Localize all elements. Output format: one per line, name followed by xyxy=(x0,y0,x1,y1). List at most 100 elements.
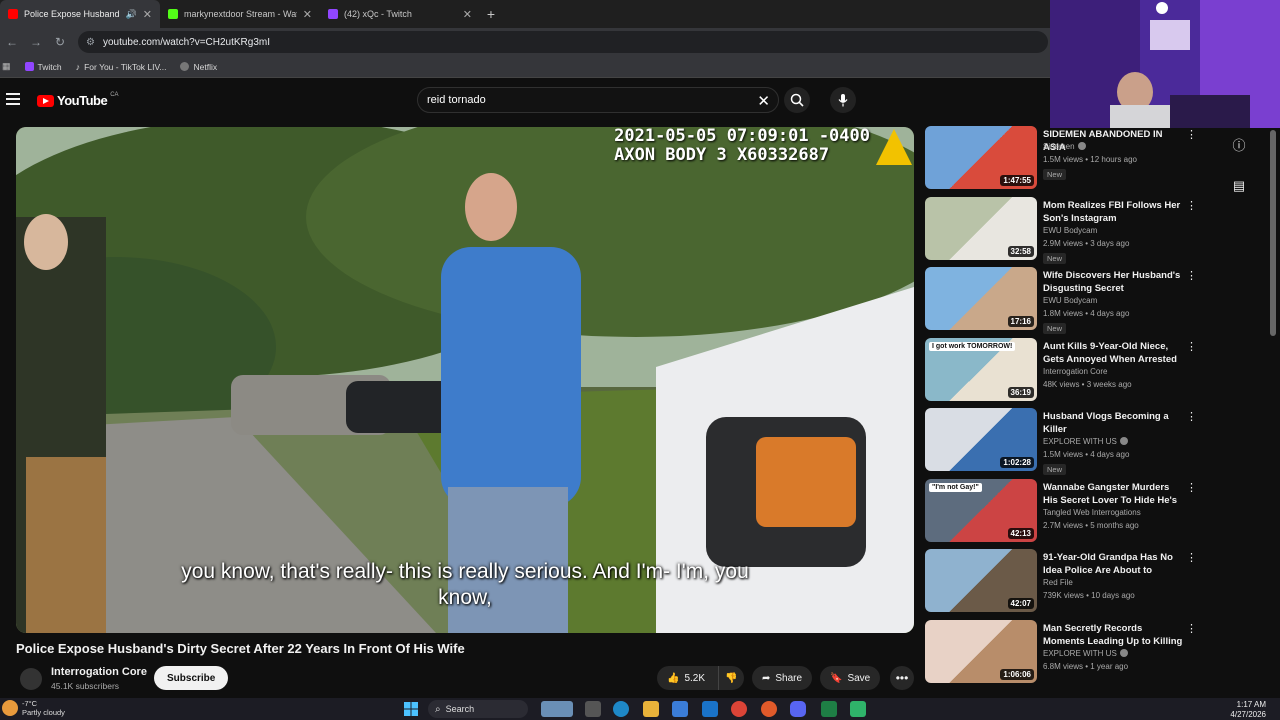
more-vertical-icon[interactable]: ⋮ xyxy=(1186,481,1197,494)
video-thumbnail[interactable]: "I'm not Gay!" 42:13 xyxy=(925,478,1037,542)
forward-icon[interactable]: → xyxy=(24,35,48,49)
search-button[interactable] xyxy=(784,87,810,113)
recommendation-item[interactable]: 17:16 Wife Discovers Her Husband's Disgus… xyxy=(924,265,1199,334)
windows-start-icon[interactable] xyxy=(403,701,419,717)
more-vertical-icon[interactable]: ⋮ xyxy=(1186,410,1197,423)
chat-icon[interactable]: ▤ xyxy=(1230,178,1248,196)
recommendation-channel[interactable]: EXPLORE WITH US xyxy=(1043,437,1128,446)
bookmark-twitch[interactable]: Twitch xyxy=(24,62,62,72)
video-player[interactable]: 2021-05-05 07:09:01 -0400 AXON BODY 3 X6… xyxy=(16,127,914,633)
new-tab-button[interactable]: + xyxy=(480,0,502,28)
discord-icon[interactable] xyxy=(790,701,806,717)
recommendation-channel[interactable]: Tangled Web Interrogations xyxy=(1043,508,1141,517)
store-icon[interactable] xyxy=(672,701,688,717)
channel-name: EWU Bodycam xyxy=(1043,225,1098,235)
subscribe-button[interactable]: Subscribe xyxy=(154,666,229,690)
tab-youtube[interactable]: Police Expose Husband's D 🔊 ✕ xyxy=(0,0,160,28)
recommendation-item[interactable]: 1:02:28 Husband Vlogs Becoming a Killer EX… xyxy=(924,406,1199,475)
save-button[interactable]: 🔖 Save xyxy=(820,666,881,690)
weather-widget[interactable]: -7°C Partly cloudy xyxy=(2,699,65,717)
close-tab-icon[interactable]: ✕ xyxy=(143,8,152,21)
channel-name: EWU Bodycam xyxy=(1043,296,1098,305)
recommendation-title[interactable]: 91-Year-Old Grandpa Has No Idea Police A… xyxy=(1043,551,1183,577)
recommendation-title[interactable]: Husband Vlogs Becoming a Killer xyxy=(1043,410,1183,436)
tab-twitch[interactable]: (42) xQc - Twitch ✕ xyxy=(320,0,480,28)
menu-icon[interactable] xyxy=(6,93,20,105)
youtube-logo[interactable]: YouTube CA xyxy=(37,92,119,108)
taskbar-search[interactable]: ⌕ Search xyxy=(428,700,528,718)
more-vertical-icon[interactable]: ⋮ xyxy=(1186,199,1197,212)
recommendation-channel[interactable]: EXPLORE WITH US xyxy=(1043,648,1128,658)
apps-grid-icon[interactable]: ▦ xyxy=(2,61,11,72)
more-vertical-icon[interactable]: ⋮ xyxy=(1186,622,1197,635)
file-explorer-icon[interactable] xyxy=(643,701,659,717)
edge-icon[interactable] xyxy=(613,701,629,717)
back-icon[interactable]: ← xyxy=(0,35,24,49)
channel-name: EXPLORE WITH US xyxy=(1043,437,1117,446)
more-vertical-icon[interactable]: ⋮ xyxy=(1186,128,1197,141)
video-thumbnail[interactable]: 32:58 xyxy=(925,196,1037,260)
recommendation-title[interactable]: Mom Realizes FBI Follows Her Son's Insta… xyxy=(1043,199,1183,225)
video-thumbnail[interactable]: 17:16 xyxy=(925,267,1037,330)
scrollbar[interactable] xyxy=(1270,130,1276,336)
video-duration: 42:07 xyxy=(1007,598,1034,609)
kick-favicon-icon xyxy=(168,9,178,19)
url-field[interactable]: ⚙ youtube.com/watch?v=CH2utKRg3mI xyxy=(78,31,1048,53)
more-vertical-icon[interactable]: ⋮ xyxy=(1186,551,1197,564)
channel-avatar[interactable] xyxy=(20,668,42,690)
recommendation-title[interactable]: Man Secretly Records Moments Leading Up … xyxy=(1043,622,1183,648)
voice-search-button[interactable] xyxy=(830,87,856,113)
video-thumbnail[interactable]: 1:47:55 xyxy=(925,126,1037,189)
recommendation-channel[interactable]: Interrogation Core xyxy=(1043,367,1107,376)
more-vertical-icon[interactable]: ⋮ xyxy=(1186,340,1197,353)
clear-search-icon[interactable]: ✕ xyxy=(757,92,770,110)
video-thumbnail[interactable]: 1:02:28 xyxy=(925,408,1037,471)
channel-name: Red File xyxy=(1043,578,1073,587)
widgets-icon[interactable] xyxy=(541,701,573,717)
info-icon[interactable]: ⓘ xyxy=(1230,135,1248,153)
recommendation-title[interactable]: Wife Discovers Her Husband's Disgusting … xyxy=(1043,269,1183,295)
close-tab-icon[interactable]: ✕ xyxy=(303,8,312,21)
close-tab-icon[interactable]: ✕ xyxy=(463,8,472,21)
excel-icon[interactable] xyxy=(821,701,837,717)
screen: Police Expose Husband's D 🔊 ✕ markynextd… xyxy=(0,0,1280,720)
channel-name[interactable]: Interrogation Core xyxy=(51,666,147,678)
recommendation-item[interactable]: "I'm not Gay!" 42:13 Wannabe Gangster Murd… xyxy=(924,477,1199,545)
recommendation-channel[interactable]: EWU Bodycam xyxy=(1043,226,1097,235)
dislike-button[interactable]: 👎 xyxy=(718,666,744,690)
video-thumbnail[interactable]: 42:07 xyxy=(925,549,1037,612)
more-vertical-icon[interactable]: ⋮ xyxy=(1186,269,1197,282)
bookmark-tiktok[interactable]: ♪ For You - TikTok LIV... xyxy=(76,62,167,72)
recommendation-channel[interactable]: EWU Bodycam xyxy=(1043,296,1097,305)
outlook-icon[interactable] xyxy=(702,701,718,717)
video-thumbnail[interactable]: 1:06:06 xyxy=(925,619,1037,683)
chrome-icon[interactable] xyxy=(731,701,747,717)
bookmark-netflix[interactable]: Netflix xyxy=(180,62,217,72)
search-input[interactable]: reid tornado ✕ xyxy=(417,87,779,113)
recommendation-title[interactable]: Wannabe Gangster Murders His Secret Love… xyxy=(1043,481,1183,507)
speaker-icon[interactable]: 🔊 xyxy=(126,9,137,20)
tab-kick[interactable]: markynextdoor Stream - Watch ✕ xyxy=(160,0,320,28)
like-button[interactable]: 👍 5.2K xyxy=(657,666,725,690)
video-duration: 1:47:55 xyxy=(1000,175,1034,186)
share-icon: ➦ xyxy=(762,672,771,684)
streamlabs-icon[interactable] xyxy=(761,701,777,717)
recommendation-item[interactable]: 42:07 91-Year-Old Grandpa Has No Idea Pol… xyxy=(924,547,1199,615)
recommendation-channel[interactable]: Sidemen xyxy=(1043,142,1086,151)
video-duration: 42:13 xyxy=(1007,527,1034,539)
task-view-icon[interactable] xyxy=(585,701,601,717)
recommendation-meta: 739K views • 10 days ago xyxy=(1043,591,1135,600)
recommendation-item[interactable]: 1:06:06 Man Secretly Records Moments Lead… xyxy=(924,618,1199,686)
video-thumbnail[interactable]: I got work TOMORROW! 36:19 xyxy=(925,337,1037,401)
reload-icon[interactable]: ↻ xyxy=(48,35,72,49)
site-info-icon[interactable]: ⚙ xyxy=(86,37,95,48)
share-button[interactable]: ➦ Share xyxy=(752,666,813,690)
more-actions-button[interactable]: ••• xyxy=(890,666,914,690)
app-icon[interactable] xyxy=(850,701,866,717)
system-clock[interactable]: 1:17 AM 4/27/2026 xyxy=(1230,700,1266,720)
recommendation-title[interactable]: Aunt Kills 9-Year-Old Niece, Gets Annoye… xyxy=(1043,340,1183,366)
recommendation-item[interactable]: I got work TOMORROW! 36:19 Aunt Kills 9-Ye… xyxy=(924,336,1199,404)
recommendation-item[interactable]: 1:47:55 SIDEMEN ABANDONED IN ASIA Sidemen 1… xyxy=(924,124,1199,192)
recommendation-channel[interactable]: Red File xyxy=(1043,578,1073,587)
recommendation-item[interactable]: 32:58 Mom Realizes FBI Follows Her Son's … xyxy=(924,195,1199,264)
